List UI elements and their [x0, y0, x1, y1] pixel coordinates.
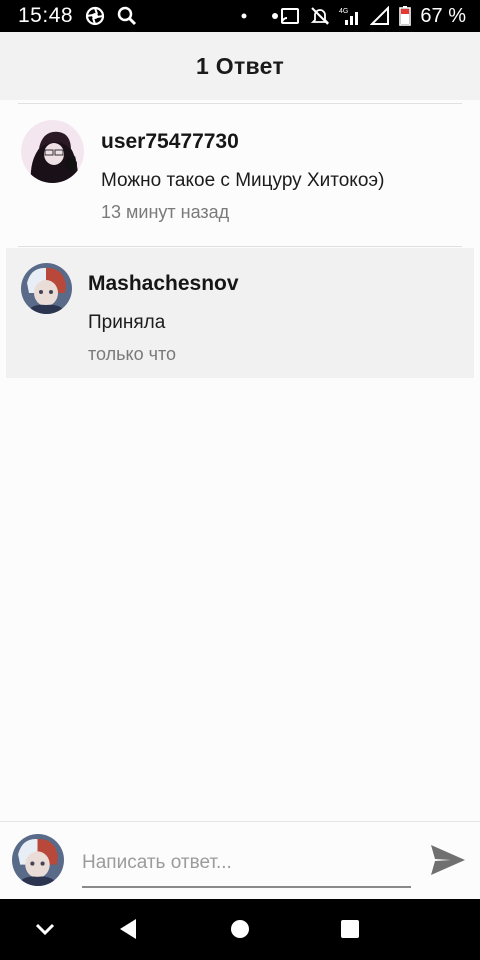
status-bar: 15:48 4G 67 %: [0, 0, 480, 32]
send-icon: [429, 843, 467, 882]
navigation-bar: [0, 899, 480, 960]
recents-icon[interactable]: [334, 913, 366, 945]
aperture-icon: [85, 6, 105, 26]
avatar: [12, 834, 64, 886]
search-icon: [117, 6, 137, 26]
divider: [18, 246, 462, 247]
replies-header: 1 Ответ: [0, 32, 480, 100]
home-icon[interactable]: [224, 913, 256, 945]
wifi-empty-icon: [370, 6, 390, 26]
mute-icon: [310, 6, 330, 26]
svg-text:4G: 4G: [339, 8, 348, 15]
comment-username[interactable]: Mashachesnov: [88, 272, 464, 296]
cast-icon: [271, 6, 301, 26]
comment-username[interactable]: user75477730: [101, 130, 464, 154]
back-icon[interactable]: [112, 913, 144, 945]
page-title: 1 Ответ: [195, 52, 285, 79]
battery-icon: [399, 6, 412, 26]
comment-timestamp: только что: [88, 344, 177, 364]
avatar[interactable]: [21, 263, 72, 314]
battery-percent: 67 %: [420, 4, 466, 27]
comment-item-highlighted[interactable]: Mashachesnov Приняла только что: [6, 248, 474, 378]
avatar[interactable]: [21, 120, 84, 183]
comment-text: Приняла: [88, 312, 166, 333]
comment-timestamp: 13 минут назад: [101, 202, 230, 222]
signal-icon: 4G: [339, 6, 361, 26]
send-button[interactable]: [428, 842, 468, 882]
dot-icon: [240, 12, 248, 20]
comment-item[interactable]: user75477730 Можно такое с Мицуру Хитоко…: [6, 104, 474, 244]
reply-input[interactable]: [82, 840, 411, 888]
reply-bar: [0, 821, 480, 899]
status-time: 15:48: [18, 4, 74, 27]
chevron-down-icon[interactable]: [29, 913, 61, 945]
comment-text: Можно такое с Мицуру Хитокоэ): [101, 170, 385, 191]
